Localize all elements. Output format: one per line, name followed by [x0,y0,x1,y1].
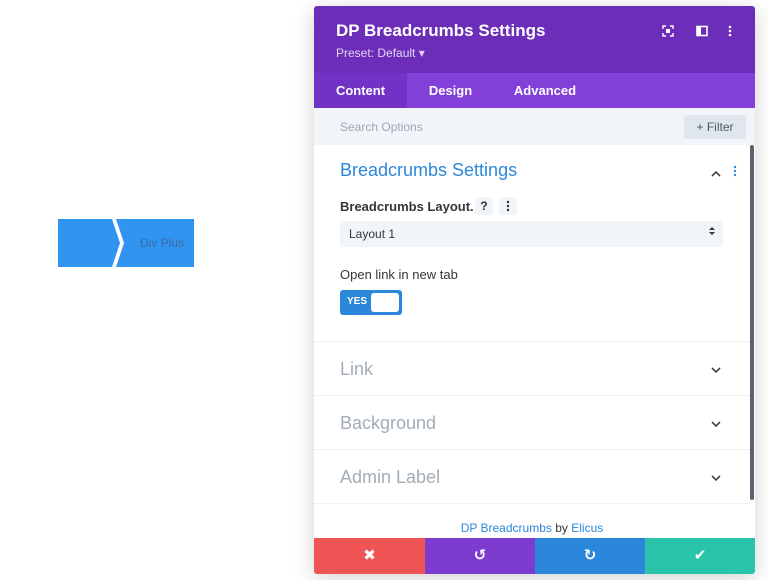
focus-icon[interactable] [658,23,678,43]
breadcrumb-home-segment[interactable] [58,219,120,267]
more-vertical-icon[interactable] [720,23,740,43]
split-view-icon[interactable] [692,23,712,43]
section-title-admin-label[interactable]: Admin Label [340,467,440,488]
divider [314,341,750,342]
modal-header: DP Breadcrumbs Settings Preset: Default … [314,6,755,73]
save-button[interactable]: ✔ [645,538,755,574]
check-icon: ✔ [693,547,707,564]
chevron-down-icon[interactable] [709,363,723,377]
divider [314,449,750,450]
tab-design[interactable]: Design [407,73,494,108]
modal-tabs: Content Design Advanced [314,73,755,108]
tab-advanced[interactable]: Advanced [494,73,596,108]
plugin-link[interactable]: DP Breadcrumbs [461,521,552,535]
plugin-credit: DP Breadcrumbs by Elicus [314,521,750,535]
search-bar: + Filter [314,108,755,145]
chevron-down-icon[interactable] [709,417,723,431]
settings-modal: DP Breadcrumbs Settings Preset: Default … [314,6,755,574]
modal-title: DP Breadcrumbs Settings [336,21,546,40]
section-title-background[interactable]: Background [340,413,436,434]
scrollbar[interactable] [750,145,754,500]
divider [314,503,750,504]
toggle-knob [371,293,399,312]
section-title-breadcrumbs-settings[interactable]: Breadcrumbs Settings [340,160,517,181]
help-icon[interactable]: ? [475,197,493,215]
credit-by: by [555,521,568,535]
close-icon: ✖ [363,547,376,564]
undo-icon: ↺ [473,547,487,564]
redo-button[interactable]: ↻ [535,538,645,574]
chevron-up-icon[interactable] [709,166,723,180]
field-menu-icon[interactable] [499,197,517,215]
toggle-label: YES [347,296,368,307]
preset-selector[interactable]: Preset: Default ▾ [336,46,425,60]
select-arrows-icon [709,226,715,238]
breadcrumb-current-label: Div Plus [140,236,185,250]
redo-icon: ↻ [583,547,597,564]
divider [314,395,750,396]
section-menu-icon[interactable] [733,165,737,179]
discard-button[interactable]: ✖ [314,538,425,574]
breadcrumbs-layout-label: Breadcrumbs Layout. [340,199,474,214]
open-new-tab-label: Open link in new tab [340,267,458,282]
breadcrumbs-layout-value: Layout 1 [349,227,396,241]
chevron-down-icon[interactable] [709,471,723,485]
tab-content[interactable]: Content [314,73,407,108]
filter-button[interactable]: + Filter [684,115,746,139]
modal-footer: ✖ ↺ ↻ ✔ [314,538,755,574]
section-title-link[interactable]: Link [340,359,373,380]
open-new-tab-toggle[interactable]: YES [340,290,402,315]
breadcrumbs-layout-select[interactable]: Layout 1 [340,221,723,247]
author-link[interactable]: Elicus [571,521,603,535]
undo-button[interactable]: ↺ [425,538,535,574]
breadcrumb-preview: Div Plus [58,219,194,267]
search-options-input[interactable] [340,118,640,136]
